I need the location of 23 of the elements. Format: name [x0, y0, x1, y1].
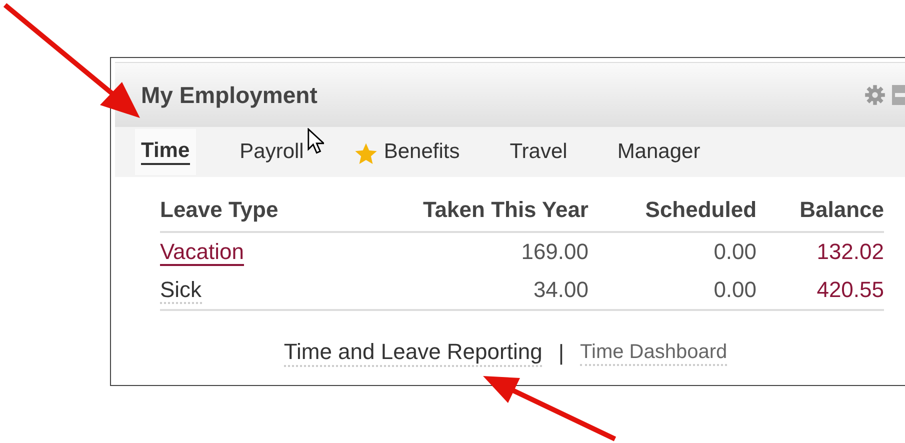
footer-link[interactable]: Time Dashboard: [580, 340, 728, 366]
balance-cell: 132.02: [756, 232, 884, 271]
leave-type-link[interactable]: Vacation: [160, 239, 244, 266]
tab[interactable]: Manager: [611, 129, 706, 175]
leave-type-cell: Sick: [160, 277, 202, 304]
table-cell: 34.00: [338, 271, 588, 310]
star-icon: [354, 142, 378, 166]
tab[interactable]: Benefits: [348, 129, 466, 175]
tab[interactable]: Payroll: [234, 129, 310, 175]
table-cell: 0.00: [588, 271, 757, 310]
table-cell: 0.00: [588, 232, 757, 271]
tab[interactable]: Time: [135, 129, 196, 175]
column-header: Scheduled: [588, 193, 757, 232]
balance-cell: 420.55: [756, 271, 884, 310]
panel-title: My Employment: [141, 82, 318, 108]
column-header: Taken This Year: [338, 193, 588, 232]
table-cell: 169.00: [338, 232, 588, 271]
footer-link[interactable]: Time and Leave Reporting: [284, 339, 542, 367]
column-header: Leave Type: [160, 193, 339, 232]
separator: |: [558, 340, 564, 366]
settings-icon[interactable]: [864, 84, 886, 106]
tab[interactable]: Travel: [504, 129, 574, 175]
column-header: Balance: [756, 193, 884, 232]
